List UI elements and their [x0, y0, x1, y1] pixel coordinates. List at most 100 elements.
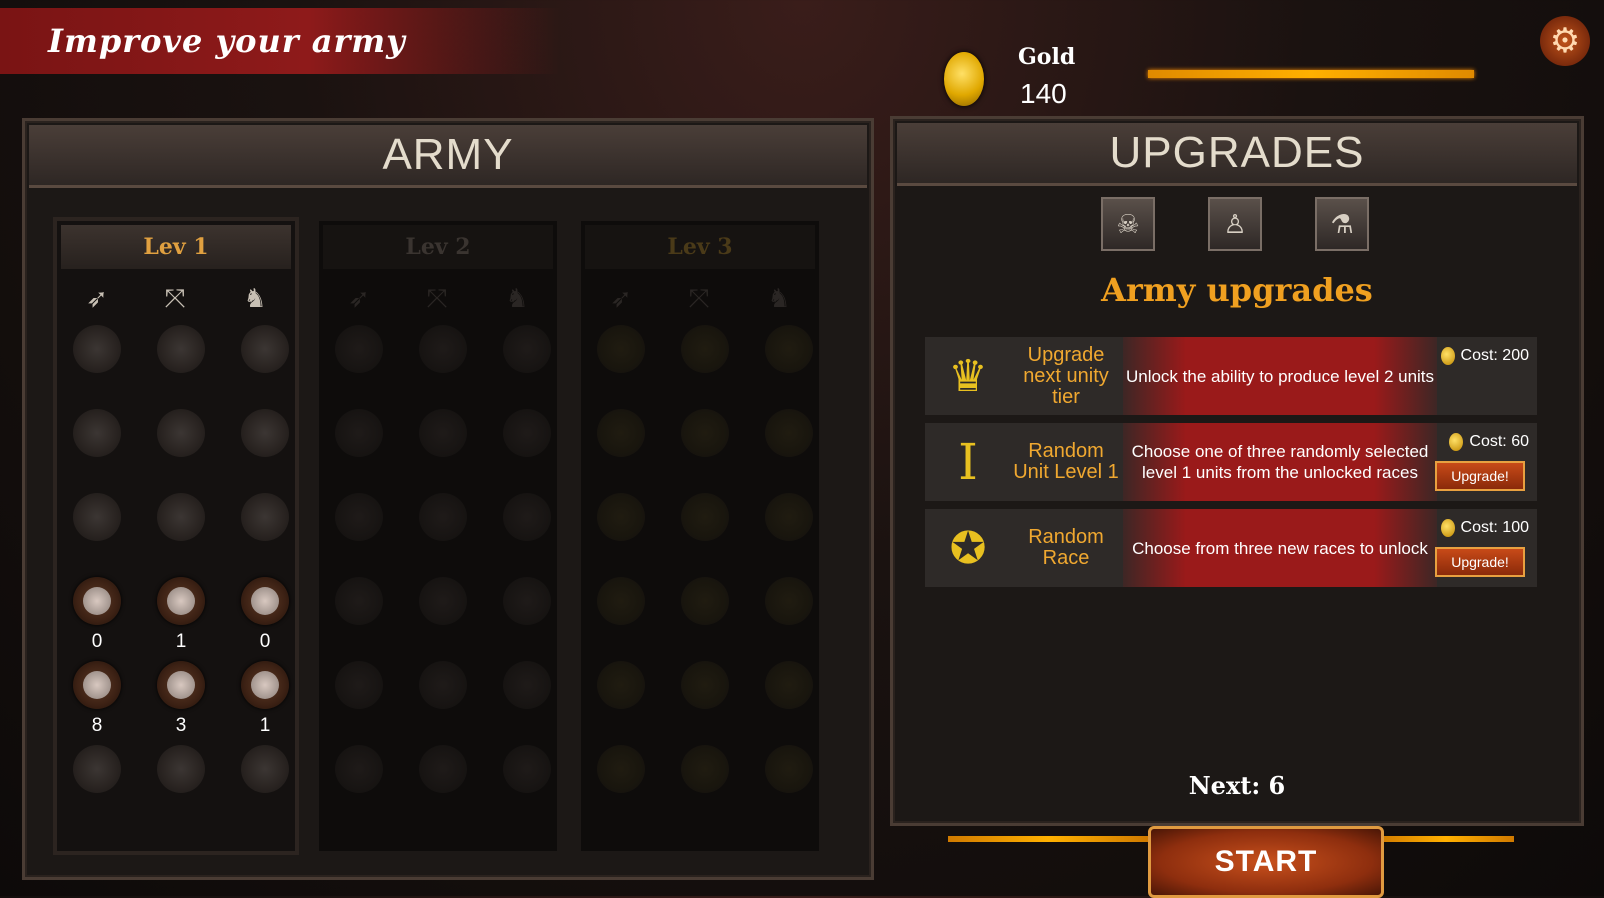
unit-slot[interactable]	[681, 493, 729, 541]
unit-slot[interactable]	[73, 661, 121, 709]
unit-slot[interactable]	[335, 325, 383, 373]
unit-slot[interactable]	[597, 745, 645, 793]
bottles-tab[interactable]: ⚗	[1315, 197, 1369, 251]
unit-slot[interactable]	[419, 577, 467, 625]
unit-slot[interactable]	[241, 409, 289, 457]
unit-slot[interactable]	[503, 661, 551, 709]
unit-slot[interactable]	[241, 745, 289, 793]
unit-slot[interactable]	[241, 577, 289, 625]
unit-slot[interactable]	[765, 577, 813, 625]
unit-portrait-icon	[83, 587, 111, 615]
upgrade-row: ♛ Upgrade next unity tier Unlock the abi…	[925, 337, 1537, 415]
unit-slot[interactable]	[157, 577, 205, 625]
unit-slot[interactable]	[335, 493, 383, 541]
upgrade-description: Choose from three new races to unlock	[1123, 509, 1437, 587]
figure-tab-icon: ♙	[1223, 208, 1247, 239]
unit-slot[interactable]	[335, 409, 383, 457]
unit-slot[interactable]	[765, 493, 813, 541]
unit-slot[interactable]	[765, 745, 813, 793]
unit-slot[interactable]	[681, 325, 729, 373]
unit-slot[interactable]	[73, 409, 121, 457]
next-label: Next: 6	[1188, 771, 1286, 800]
unit-slot[interactable]	[419, 409, 467, 457]
upgrade-cost: Cost: 60	[1449, 433, 1529, 451]
unit-portrait-icon	[83, 671, 111, 699]
upgrade-name: Upgrade next unity tier	[1023, 343, 1109, 408]
crossbow-icon: ⤧	[688, 283, 710, 313]
upgrade-cost: Cost: 100	[1440, 519, 1529, 537]
army-title: ARMY	[29, 125, 867, 188]
unit-slot[interactable]	[597, 325, 645, 373]
unit-slot[interactable]	[157, 745, 205, 793]
upgrade-button[interactable]: Upgrade!	[1435, 547, 1525, 577]
start-button[interactable]: START	[1148, 826, 1384, 898]
horse-icon: ♞	[505, 283, 529, 313]
unit-slot[interactable]	[157, 493, 205, 541]
settings-button[interactable]: ⚙	[1540, 16, 1590, 66]
horse-icon: ♞	[243, 283, 267, 313]
start-divider-right	[1378, 836, 1514, 842]
level-2-column: Lev 2 ➶ ⤧ ♞	[315, 217, 561, 855]
unit-slot[interactable]	[597, 577, 645, 625]
unit-slot[interactable]	[157, 325, 205, 373]
start-divider-left	[948, 836, 1148, 842]
unit-slot[interactable]	[681, 745, 729, 793]
upgrade-description: Unlock the ability to produce level 2 un…	[1123, 337, 1437, 415]
upgrade-cost: Cost: 200	[1440, 347, 1529, 365]
unit-slot[interactable]	[335, 577, 383, 625]
unit-slot[interactable]	[597, 661, 645, 709]
unit-slot[interactable]	[157, 661, 205, 709]
unit-count: 0	[259, 631, 271, 652]
unit-slot[interactable]	[765, 325, 813, 373]
unit-slot[interactable]	[73, 745, 121, 793]
unit-count: 8	[91, 715, 103, 736]
coin-icon	[1440, 519, 1455, 537]
unit-slot[interactable]	[73, 577, 121, 625]
level-3-column: Lev 3 ➶ ⤧ ♞	[577, 217, 823, 855]
unit-slot[interactable]	[241, 661, 289, 709]
unit-slot[interactable]	[681, 577, 729, 625]
trophy-icon: ♛	[948, 351, 988, 401]
gold-label: Gold	[1018, 44, 1076, 70]
upgrade-description: Choose one of three randomly selected le…	[1123, 423, 1437, 501]
unit-slot[interactable]	[503, 577, 551, 625]
unit-slot[interactable]	[503, 409, 551, 457]
unit-slot[interactable]	[681, 409, 729, 457]
unit-slot[interactable]	[419, 325, 467, 373]
skull-tab[interactable]: ☠	[1101, 197, 1155, 251]
unit-slot[interactable]	[73, 493, 121, 541]
unit-slot[interactable]	[419, 745, 467, 793]
unit-slot[interactable]	[73, 325, 121, 373]
army-panel: ARMY Lev 1 ➶ ⤧ ♞ 0 1 0 8 3 1 Lev 2 ➶ ⤧ ♞ Lev …	[22, 118, 874, 880]
unit-portrait-icon	[167, 587, 195, 615]
crossbow-icon: ⤧	[426, 283, 448, 313]
upgrade-name: Random Race	[1028, 526, 1104, 569]
unit-slot[interactable]	[503, 493, 551, 541]
level-2-header: Lev 2	[323, 225, 553, 269]
upgrade-button[interactable]: Upgrade!	[1435, 461, 1525, 491]
coin-icon	[1440, 347, 1455, 365]
unit-slot[interactable]	[503, 745, 551, 793]
unit-slot[interactable]	[419, 493, 467, 541]
unit-slot[interactable]	[503, 325, 551, 373]
unit-slot[interactable]	[335, 745, 383, 793]
unit-portrait-icon	[167, 671, 195, 699]
unit-slot[interactable]	[765, 661, 813, 709]
unit-slot[interactable]	[681, 661, 729, 709]
unit-slot[interactable]	[157, 409, 205, 457]
crossbow-icon: ⤧	[164, 283, 186, 313]
unit-slot[interactable]	[241, 493, 289, 541]
unit-slot[interactable]	[597, 409, 645, 457]
page-title: Improve your army	[48, 22, 406, 60]
army-upgrades-title: Army upgrades	[1101, 271, 1373, 309]
unit-slot[interactable]	[597, 493, 645, 541]
unit-slot[interactable]	[241, 325, 289, 373]
figure-tab[interactable]: ♙	[1208, 197, 1262, 251]
unit-slot[interactable]	[335, 661, 383, 709]
unit-slot[interactable]	[419, 661, 467, 709]
unit-slot[interactable]	[765, 409, 813, 457]
unit-count: 1	[259, 715, 271, 736]
spear-icon: ➶	[86, 283, 108, 313]
unit-count: 3	[175, 715, 187, 736]
unit-portrait-icon	[251, 671, 279, 699]
